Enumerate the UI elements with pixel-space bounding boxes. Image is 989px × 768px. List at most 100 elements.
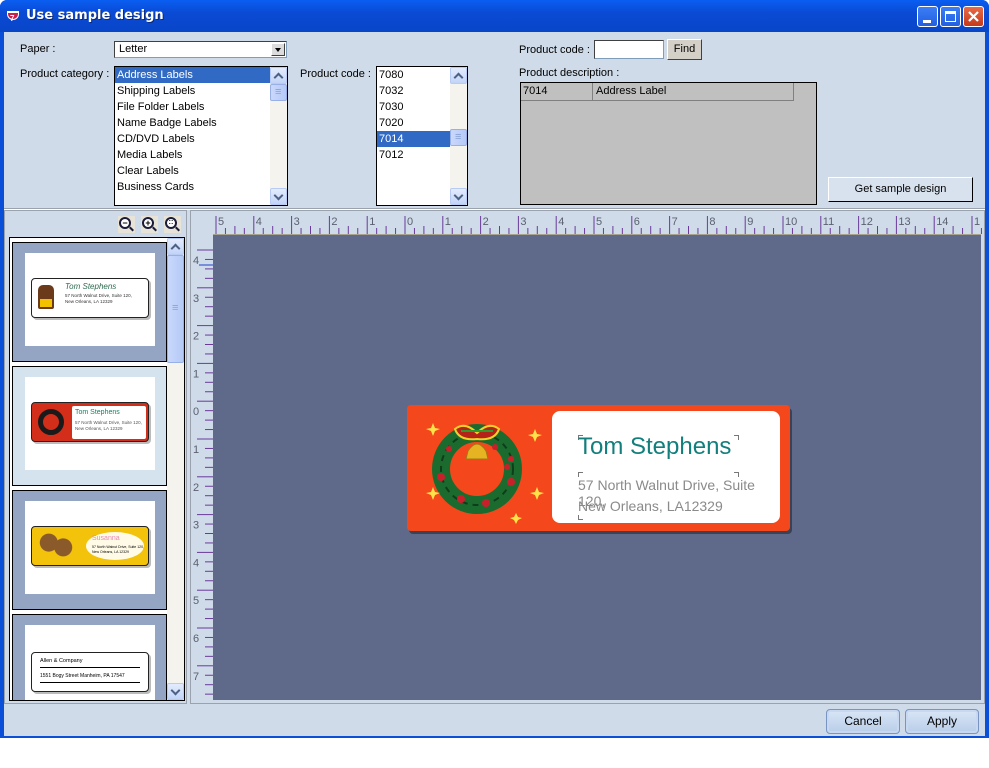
code-list-item[interactable]: 7080: [377, 67, 450, 83]
ruler-label: 14: [936, 216, 948, 228]
code-list-item[interactable]: 7030: [377, 99, 450, 115]
category-list-item[interactable]: Clear Labels: [115, 163, 270, 179]
ruler-label: 8: [709, 216, 715, 228]
ruler-label: 11: [823, 216, 834, 228]
ruler-label: 2: [483, 216, 489, 228]
ruler-label: 1: [193, 368, 199, 380]
window-title: Use sample design: [26, 8, 164, 23]
thumbnail-label: Tom Stephens 57 North Walnut Drive, Suit…: [31, 402, 149, 442]
thumbnail-scrollbar[interactable]: [167, 238, 184, 700]
close-button[interactable]: [963, 6, 984, 27]
ruler-label: 4: [193, 557, 199, 569]
app-icon: 7: [7, 11, 19, 23]
paper-label: Paper :: [20, 43, 56, 55]
title-bar[interactable]: 7 Use sample design: [0, 0, 989, 32]
description-text-cell: Address Label: [596, 85, 667, 97]
label-address-line2[interactable]: New Orleans, LA12329: [578, 498, 723, 514]
label-preview[interactable]: Tom Stephens 57 North Walnut Drive, Suit…: [407, 405, 790, 531]
ruler-label: 2: [193, 331, 199, 343]
category-list-item[interactable]: CD/DVD Labels: [115, 131, 270, 147]
label-name-text[interactable]: Tom Stephens: [578, 433, 731, 461]
thumbnail-label: Tom Stephens 57 North Walnut Drive, Suit…: [31, 278, 149, 318]
cancel-button[interactable]: Cancel: [826, 709, 900, 734]
ruler-label: 5: [218, 216, 224, 228]
ruler-label: 4: [193, 255, 199, 267]
category-list-item[interactable]: Business Cards: [115, 179, 270, 195]
code-list-item[interactable]: 7012: [377, 147, 450, 163]
code-list-item[interactable]: 7020: [377, 115, 450, 131]
ruler-label: 13: [898, 216, 910, 228]
thumbnail-card[interactable]: Susanna 57 North Walnut Drive, Suite 120…: [12, 490, 167, 610]
ruler-label: 5: [193, 595, 199, 607]
ruler-label: 12: [861, 216, 873, 228]
ruler-label: 3: [193, 520, 199, 532]
category-list-item[interactable]: Name Badge Labels: [115, 115, 270, 131]
scroll-up-button[interactable]: [270, 67, 287, 84]
minimize-button[interactable]: [917, 6, 938, 27]
zoom-in-button[interactable]: +: [141, 216, 158, 233]
code-list-item[interactable]: 7014: [377, 131, 450, 147]
thumbnail-card[interactable]: Tom Stephens 57 North Walnut Drive, Suit…: [12, 366, 167, 486]
thumbnail-name: Allen & Company: [40, 658, 83, 664]
vertical-ruler: 4 3 2 1 0 1 2 3 4 5 6 7: [191, 234, 213, 701]
thumbnail-label: Allen & Company 1551 Bogy Street Manheim…: [31, 652, 149, 692]
horizontal-ruler: 5 4 3 2 1 0 1 2 3 4 5 6 7 8 9 10 11 12 13 14 1: [191, 212, 983, 234]
minimize-icon: [923, 20, 931, 23]
product-code-list-label: Product code :: [300, 68, 371, 80]
svg-text:7: 7: [10, 14, 15, 23]
scroll-down-button[interactable]: [450, 188, 467, 205]
scroll-down-button[interactable]: [270, 188, 287, 205]
product-code-input[interactable]: [594, 40, 664, 59]
ruler-label: 1: [445, 216, 451, 228]
close-icon: [968, 11, 979, 22]
apply-button[interactable]: Apply: [905, 709, 979, 734]
table-row[interactable]: 7014 Address Label: [521, 83, 794, 101]
ruler-label: 0: [407, 216, 413, 228]
thumbnail-card[interactable]: Allen & Company 1551 Bogy Street Manheim…: [12, 614, 167, 700]
zoom-fit-button[interactable]: ::: [164, 216, 181, 233]
product-description-table: 7014 Address Label: [520, 82, 817, 205]
thumbnail-list: Tom Stephens 57 North Walnut Drive, Suit…: [9, 237, 185, 701]
scroll-up-button[interactable]: [450, 67, 467, 84]
ruler-label: 4: [256, 216, 262, 228]
thumbnail-name: Tom Stephens: [65, 282, 117, 291]
ruler-label: 7: [193, 671, 199, 683]
thumbnail-label: Susanna 57 North Walnut Drive, Suite 120…: [31, 526, 149, 566]
code-scrollbar[interactable]: [450, 67, 467, 205]
code-list-item[interactable]: 7032: [377, 83, 450, 99]
thumbnail-card[interactable]: Tom Stephens 57 North Walnut Drive, Suit…: [12, 242, 167, 362]
scroll-down-button[interactable]: [167, 683, 184, 700]
category-list-item[interactable]: Media Labels: [115, 147, 270, 163]
wreath-icon: [38, 409, 64, 435]
category-list-item[interactable]: Address Labels: [115, 67, 270, 83]
maximize-icon: [945, 11, 956, 22]
category-scrollbar[interactable]: [270, 67, 287, 205]
ruler-label: 1: [369, 216, 375, 228]
zoom-out-button[interactable]: −: [118, 216, 135, 233]
maximize-button[interactable]: [940, 6, 961, 27]
thumbnail-name: Susanna: [92, 535, 120, 542]
get-sample-design-button[interactable]: Get sample design: [828, 177, 973, 202]
christmas-wreath-icon: [426, 423, 544, 524]
label-text-area: Tom Stephens 57 North Walnut Drive, Suit…: [552, 411, 780, 523]
scroll-thumb[interactable]: [270, 84, 287, 101]
product-category-list[interactable]: Address Labels Shipping Labels File Folder…: [114, 66, 288, 206]
ruler-label: 1: [193, 444, 199, 456]
ruler-label: 10: [785, 216, 797, 228]
ruler-label: 3: [193, 293, 199, 305]
find-button[interactable]: Find: [667, 39, 702, 60]
paper-select-value: Letter: [119, 43, 148, 55]
category-list-item[interactable]: Shipping Labels: [115, 83, 270, 99]
ruler-label: 7: [672, 216, 678, 228]
scroll-thumb[interactable]: [450, 129, 467, 146]
paper-select[interactable]: Letter: [114, 41, 287, 58]
ruler-label: 6: [193, 633, 199, 645]
ruler-label: 0: [193, 406, 199, 418]
chevron-down-icon[interactable]: [271, 43, 285, 56]
category-list-item[interactable]: File Folder Labels: [115, 99, 270, 115]
thumbnail-name: Tom Stephens: [75, 409, 120, 416]
scroll-up-button[interactable]: [167, 238, 184, 255]
product-code-list[interactable]: 7080 7032 7030 7020 7014 7012: [376, 66, 468, 206]
scroll-thumb[interactable]: [167, 255, 184, 363]
product-category-label: Product category :: [20, 68, 110, 80]
